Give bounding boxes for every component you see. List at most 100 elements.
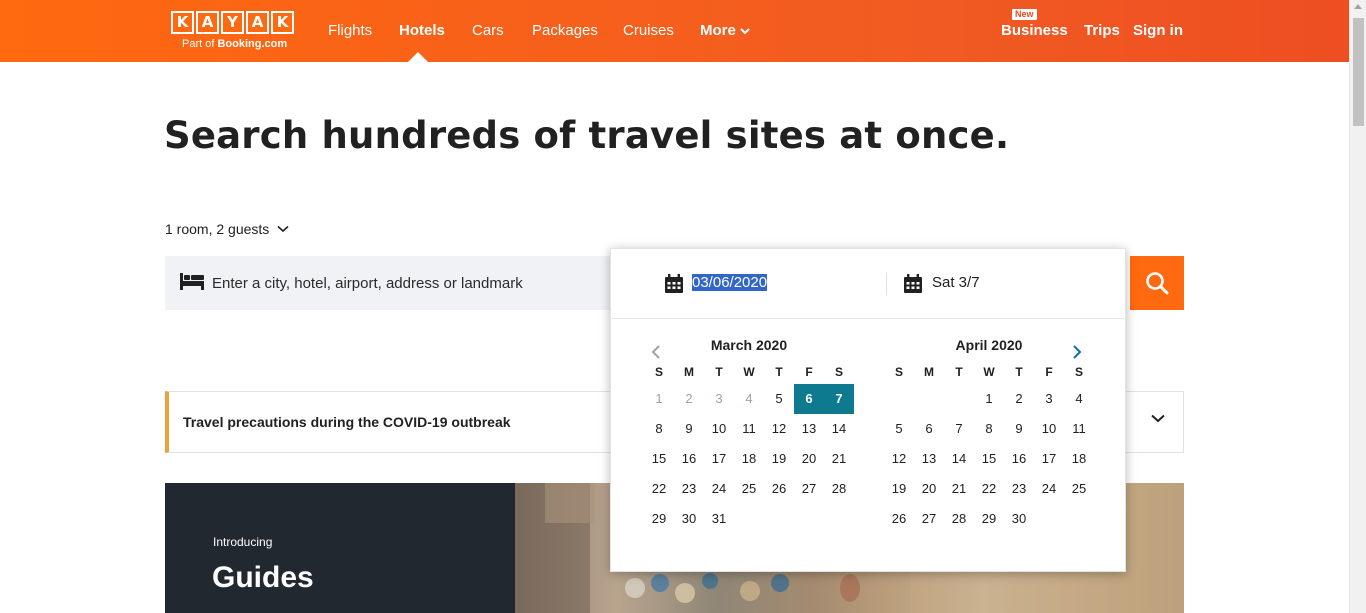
kayak-logo[interactable]: KAYAK Part of Booking.com	[171, 11, 297, 50]
calendar-day[interactable]: 25	[734, 474, 764, 504]
calendar-day[interactable]: 23	[1004, 474, 1034, 504]
month-grid: S M T W T F S 1 2 3 4 5 6 7 8 9 10 11 12 13 14 15 16 17 18 19 20 21…	[644, 364, 854, 534]
calendar-day[interactable]: 15	[974, 444, 1004, 474]
calendar-day[interactable]: 16	[674, 444, 704, 474]
calendar-day[interactable]: 1	[974, 384, 1004, 414]
calendar-day[interactable]: 13	[794, 414, 824, 444]
calendar-day[interactable]: 10	[1034, 414, 1064, 444]
calendar-day[interactable]: 17	[704, 444, 734, 474]
nav-sign-in[interactable]: Sign in	[1133, 22, 1183, 40]
calendar-day: 4	[745, 391, 753, 406]
calendar-day-selected[interactable]: 6	[794, 384, 824, 414]
calendar-day[interactable]: 30	[1004, 504, 1034, 534]
page-headline: Search hundreds of travel sites at once.	[164, 114, 1010, 157]
calendar-month-april: April 2020 S M T W T F S 1 2 3 4 5 6 7 8 9 10 11 12 13 14 15 1…	[884, 337, 1094, 534]
calendar-day[interactable]: 13	[914, 444, 944, 474]
calendar-day-selected[interactable]: 7	[824, 384, 854, 414]
destination-input[interactable]	[212, 266, 612, 300]
calendar-day[interactable]: 19	[884, 474, 914, 504]
calendar-blank	[884, 384, 914, 414]
logo-sub-prefix: Part of	[182, 38, 218, 50]
weekday-header: S	[1074, 365, 1083, 379]
calendar-day[interactable]: 26	[884, 504, 914, 534]
calendar-day: 2	[685, 391, 693, 406]
calendar-day[interactable]: 8	[644, 414, 674, 444]
calendar-day[interactable]: 11	[734, 414, 764, 444]
calendar-day[interactable]: 29	[974, 504, 1004, 534]
calendar-day[interactable]: 8	[974, 414, 1004, 444]
nav-packages[interactable]: Packages	[532, 22, 598, 40]
calendar-day[interactable]: 14	[824, 414, 854, 444]
scroll-up-icon[interactable]	[1354, 4, 1362, 9]
calendar-day[interactable]: 11	[1064, 414, 1094, 444]
logo-letter: Y	[221, 11, 244, 34]
calendar-day[interactable]: 24	[1034, 474, 1064, 504]
guides-title: Guides	[212, 561, 314, 594]
nav-cars[interactable]: Cars	[472, 22, 504, 40]
date-picker-popup: 03/06/2020 Sat 3/7 March 2020 SMTWTFS123…	[610, 248, 1126, 572]
calendar-day[interactable]: 28	[944, 504, 974, 534]
weekday-header: W	[743, 365, 755, 379]
calendar-day[interactable]: 2	[1004, 384, 1034, 414]
guests-selector[interactable]: 1 room, 2 guests	[165, 221, 289, 237]
calendar-day[interactable]: 20	[914, 474, 944, 504]
calendar-day[interactable]: 20	[794, 444, 824, 474]
checkin-date-input[interactable]: 03/06/2020	[692, 274, 768, 291]
calendar-day[interactable]: 18	[1064, 444, 1094, 474]
nav-hotels[interactable]: Hotels	[399, 22, 445, 40]
logo-letter: K	[171, 11, 194, 34]
calendar-day[interactable]: 7	[944, 414, 974, 444]
weekday-header: S	[654, 365, 663, 379]
calendar-day[interactable]: 22	[644, 474, 674, 504]
page: KAYAK Part of Booking.com Flights Hotels…	[0, 0, 1349, 613]
chevron-down-icon[interactable]	[1151, 414, 1165, 423]
search-button[interactable]	[1130, 256, 1184, 310]
calendar-day[interactable]: 17	[1034, 444, 1064, 474]
calendar-day[interactable]: 5	[764, 384, 794, 414]
calendar-blank	[914, 384, 944, 414]
checkout-date-input[interactable]: Sat 3/7	[932, 274, 980, 291]
calendar-day[interactable]: 19	[764, 444, 794, 474]
calendar-day[interactable]: 10	[704, 414, 734, 444]
calendar-day[interactable]: 25	[1064, 474, 1094, 504]
calendar-day[interactable]: 24	[704, 474, 734, 504]
calendar-day[interactable]: 6	[914, 414, 944, 444]
calendar-day[interactable]: 22	[974, 474, 1004, 504]
calendar-day[interactable]: 28	[824, 474, 854, 504]
calendar-day[interactable]: 23	[674, 474, 704, 504]
calendar-day[interactable]: 4	[1064, 384, 1094, 414]
weekday-header: M	[924, 365, 934, 379]
checkin-date-value: 03/06/2020	[692, 274, 768, 291]
page-scrollbar[interactable]	[1349, 0, 1366, 613]
calendar-day[interactable]: 5	[884, 414, 914, 444]
calendar-day[interactable]: 15	[644, 444, 674, 474]
calendar-day[interactable]: 29	[644, 504, 674, 534]
calendar-day[interactable]: 31	[704, 504, 734, 534]
weekday-header: F	[1045, 365, 1053, 379]
calendar-day[interactable]: 9	[674, 414, 704, 444]
weekday-header: W	[983, 365, 995, 379]
nav-more[interactable]: More	[700, 22, 750, 40]
calendar-day[interactable]: 21	[944, 474, 974, 504]
calendar-day[interactable]: 18	[734, 444, 764, 474]
calendar-day[interactable]: 27	[794, 474, 824, 504]
calendar-day[interactable]: 9	[1004, 414, 1034, 444]
nav-trips[interactable]: Trips	[1084, 22, 1120, 40]
calendar-day[interactable]: 14	[944, 444, 974, 474]
nav-flights[interactable]: Flights	[328, 22, 372, 40]
calendar-day[interactable]: 12	[884, 444, 914, 474]
calendar-day[interactable]: 16	[1004, 444, 1034, 474]
logo-letter: K	[271, 11, 294, 34]
calendar-day[interactable]: 30	[674, 504, 704, 534]
nav-cruises[interactable]: Cruises	[623, 22, 674, 40]
logo-sub-brand: Booking.com	[217, 38, 288, 50]
weekday-header: T	[715, 365, 723, 379]
calendar-day[interactable]: 12	[764, 414, 794, 444]
nav-business[interactable]: Business	[1001, 22, 1068, 40]
guides-promo[interactable]: Introducing Guides	[165, 483, 515, 613]
calendar-day[interactable]: 26	[764, 474, 794, 504]
calendar-day[interactable]: 27	[914, 504, 944, 534]
scrollbar-thumb[interactable]	[1353, 18, 1364, 126]
calendar-day[interactable]: 3	[1034, 384, 1064, 414]
calendar-day[interactable]: 21	[824, 444, 854, 474]
